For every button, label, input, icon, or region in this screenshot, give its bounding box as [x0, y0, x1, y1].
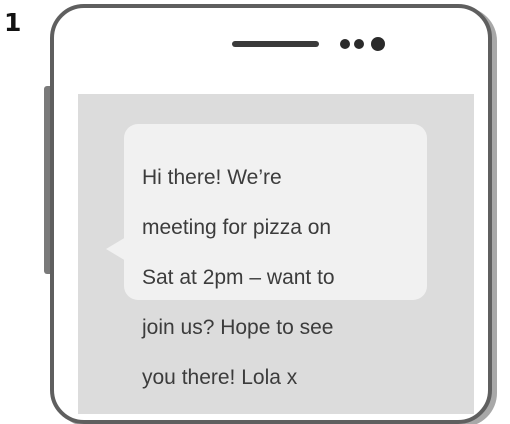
- message-line: Hi there! We’re: [142, 166, 282, 189]
- phone-screen: Hi there! We’re meeting for pizza on Sat…: [78, 94, 474, 414]
- phone-frame: Hi there! We’re meeting for pizza on Sat…: [50, 4, 492, 424]
- camera-icon: [371, 37, 385, 51]
- message-bubble-tail: [106, 237, 126, 261]
- sensor-dot-icon: [354, 39, 364, 49]
- message-line: join us? Hope to see: [142, 316, 334, 339]
- message-line: Sat at 2pm – want to: [142, 266, 335, 289]
- item-number: 1: [4, 8, 22, 37]
- sensor-dot-icon: [340, 39, 350, 49]
- message-text: Hi there! We’re meeting for pizza on Sat…: [142, 140, 413, 415]
- message-line: you there! Lola x: [142, 366, 298, 389]
- speaker-icon: [232, 41, 319, 47]
- message-line: meeting for pizza on: [142, 216, 332, 239]
- message-bubble: Hi there! We’re meeting for pizza on Sat…: [124, 124, 427, 389]
